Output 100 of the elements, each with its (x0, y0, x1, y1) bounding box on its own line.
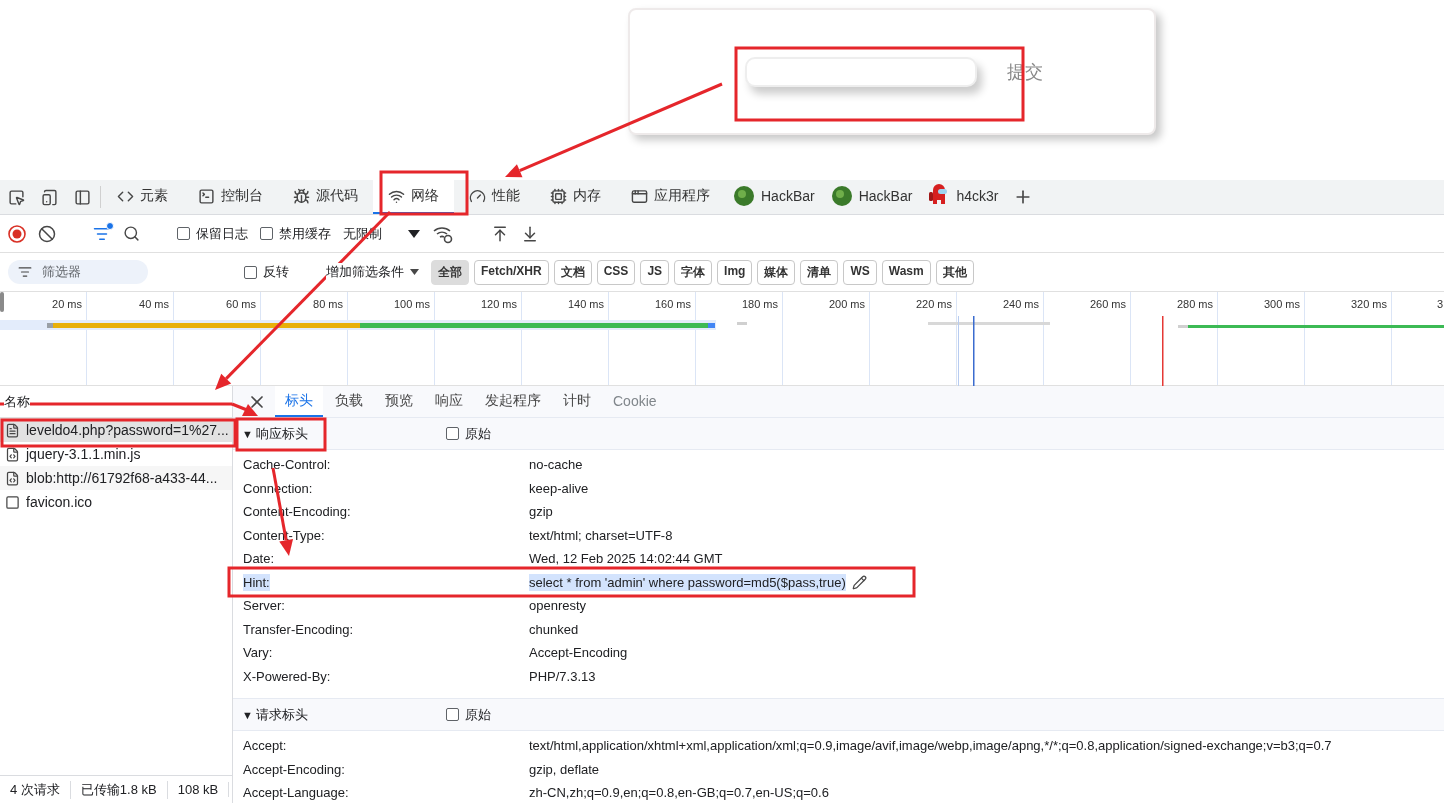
type-filter-chip[interactable]: JS (640, 259, 670, 285)
request-row[interactable]: leveldo4.php?password=1%27... (0, 418, 232, 442)
time-tick: 120 ms (480, 297, 517, 312)
section-title: 响应标头 (256, 424, 309, 443)
header-name: Transfer-Encoding: (243, 620, 354, 638)
devtools-tab[interactable]: 网络 (373, 180, 454, 214)
filter-icon[interactable] (93, 224, 111, 243)
checkbox[interactable] (260, 227, 273, 240)
time-tick: 220 ms (915, 297, 952, 312)
summary-text: 108 kB (167, 782, 230, 797)
header-value: Accept-Encoding (529, 644, 628, 662)
detail-tab[interactable]: 负载 (325, 386, 373, 417)
type-filter-chip[interactable]: Fetch/XHR (474, 259, 549, 285)
time-tick: 280 ms (1176, 297, 1213, 312)
script-icon (5, 446, 20, 462)
header-name: X-Powered-By: (243, 667, 331, 685)
header-value: keep-alive (529, 479, 589, 497)
expand-arrow[interactable]: ▼ (242, 708, 256, 721)
time-tick: 3 (1437, 297, 1444, 312)
time-tick: 300 ms (1263, 297, 1300, 312)
checkbox[interactable] (446, 708, 459, 721)
caret-icon[interactable] (408, 229, 420, 238)
devtools-tab[interactable]: 性能 (454, 180, 535, 214)
section-title: 请求标头 (256, 705, 309, 724)
devtools-tab[interactable]: 应用程序 (616, 180, 725, 214)
gauge-icon (469, 187, 486, 205)
script-icon (5, 470, 20, 486)
filter-icon (18, 265, 32, 279)
time-tick: 20 ms (52, 297, 82, 312)
checkbox-label: 保留日志 (196, 224, 248, 243)
type-filter-chip[interactable]: 全部 (431, 259, 469, 285)
detail-tab[interactable]: 预览 (375, 386, 423, 417)
header-name: Accept-Language: (243, 784, 349, 802)
clear-icon[interactable] (38, 224, 56, 243)
caret-icon[interactable] (410, 269, 419, 275)
header-name: Hint: (243, 573, 270, 591)
header-value: text/html; charset=UTF-8 (529, 526, 673, 544)
detail-tab[interactable]: 发起程序 (475, 386, 551, 417)
devtools-tab[interactable]: h4ck3r (920, 180, 1007, 214)
input-field[interactable] (745, 56, 977, 87)
devtools-tab[interactable]: 内存 (535, 180, 616, 214)
time-tick: 320 ms (1350, 297, 1387, 312)
type-filter-chip[interactable]: 媒体 (757, 259, 796, 285)
type-filter-chip[interactable]: 字体 (674, 259, 713, 285)
header-value: PHP/7.3.13 (529, 667, 596, 685)
checkbox-label: 禁用缓存 (279, 224, 331, 243)
devtools-tab[interactable]: 源代码 (278, 180, 373, 214)
search-icon[interactable] (123, 225, 140, 242)
time-tick: 200 ms (828, 297, 865, 312)
type-filter-chip[interactable]: Wasm (881, 259, 931, 285)
chip-icon (550, 187, 567, 205)
download-icon[interactable] (521, 224, 539, 243)
checkbox[interactable] (177, 227, 190, 240)
time-tick: 40 ms (139, 297, 169, 312)
devtools-tab[interactable]: 控制台 (183, 180, 278, 214)
upload-icon[interactable] (491, 224, 509, 243)
filter-field[interactable]: 筛选器 (8, 260, 148, 284)
header-value: gzip (529, 503, 553, 521)
type-filter-chip[interactable]: 其他 (935, 259, 974, 285)
devtools-tab[interactable]: HackBar (725, 180, 823, 214)
devtools-tab[interactable]: 元素 (102, 180, 183, 214)
header-name: Date: (243, 550, 275, 568)
file-icon (5, 494, 20, 510)
request-name: favicon.ico (26, 494, 93, 510)
checkbox[interactable] (244, 265, 257, 279)
expand-arrow[interactable]: ▼ (242, 427, 256, 440)
time-tick: 240 ms (1002, 297, 1039, 312)
header-value: text/html,application/xhtml+xml,application/xml;q=0.9,image/avif,image/webp,image/apng,*/*;q=0.8,application/signed-exchange;v=b3;q=0.7 (529, 737, 1332, 755)
detail-tab[interactable]: 响应 (425, 386, 473, 417)
header-name: Vary: (243, 644, 273, 662)
ball-icon (733, 185, 755, 207)
add-filter-dropdown[interactable]: 增加筛选条件 (326, 263, 404, 281)
time-tick: 140 ms (567, 297, 604, 312)
time-tick: 100 ms (393, 297, 430, 312)
request-row[interactable]: blob:http://61792f68-a433-44... (0, 466, 232, 490)
time-tick: 60 ms (226, 297, 256, 312)
type-filter-chip[interactable]: Img (717, 259, 753, 285)
time-tick: 80 ms (313, 297, 343, 312)
request-name: leveldo4.php?password=1%27... (26, 422, 229, 438)
header-name: Server: (243, 597, 285, 615)
time-tick: 260 ms (1089, 297, 1126, 312)
column-header: 名称 (4, 392, 30, 411)
devtools-tab[interactable]: HackBar (822, 180, 921, 214)
checkbox[interactable] (446, 427, 459, 440)
summary-text: 4 次请求 (0, 780, 71, 799)
checkbox-label: 原始 (465, 424, 491, 443)
header-value: openresty (529, 597, 587, 615)
summary-text: 已传输1.8 kB (70, 780, 168, 799)
record-icon[interactable] (8, 224, 26, 243)
type-filter-chip[interactable]: WS (843, 259, 877, 285)
header-name: Cache-Control: (243, 456, 331, 474)
ball-icon (830, 185, 853, 207)
type-filter-chip[interactable]: 清单 (800, 259, 839, 285)
detail-tab[interactable]: 标头 (275, 386, 323, 417)
type-filter-chip[interactable]: 文档 (553, 259, 592, 285)
checkbox-label: 反转 (263, 263, 289, 281)
document-icon (5, 422, 20, 438)
detail-tab[interactable]: 计时 (553, 386, 601, 417)
type-filter-chip[interactable]: CSS (596, 259, 636, 285)
pencil-icon[interactable] (851, 574, 867, 590)
